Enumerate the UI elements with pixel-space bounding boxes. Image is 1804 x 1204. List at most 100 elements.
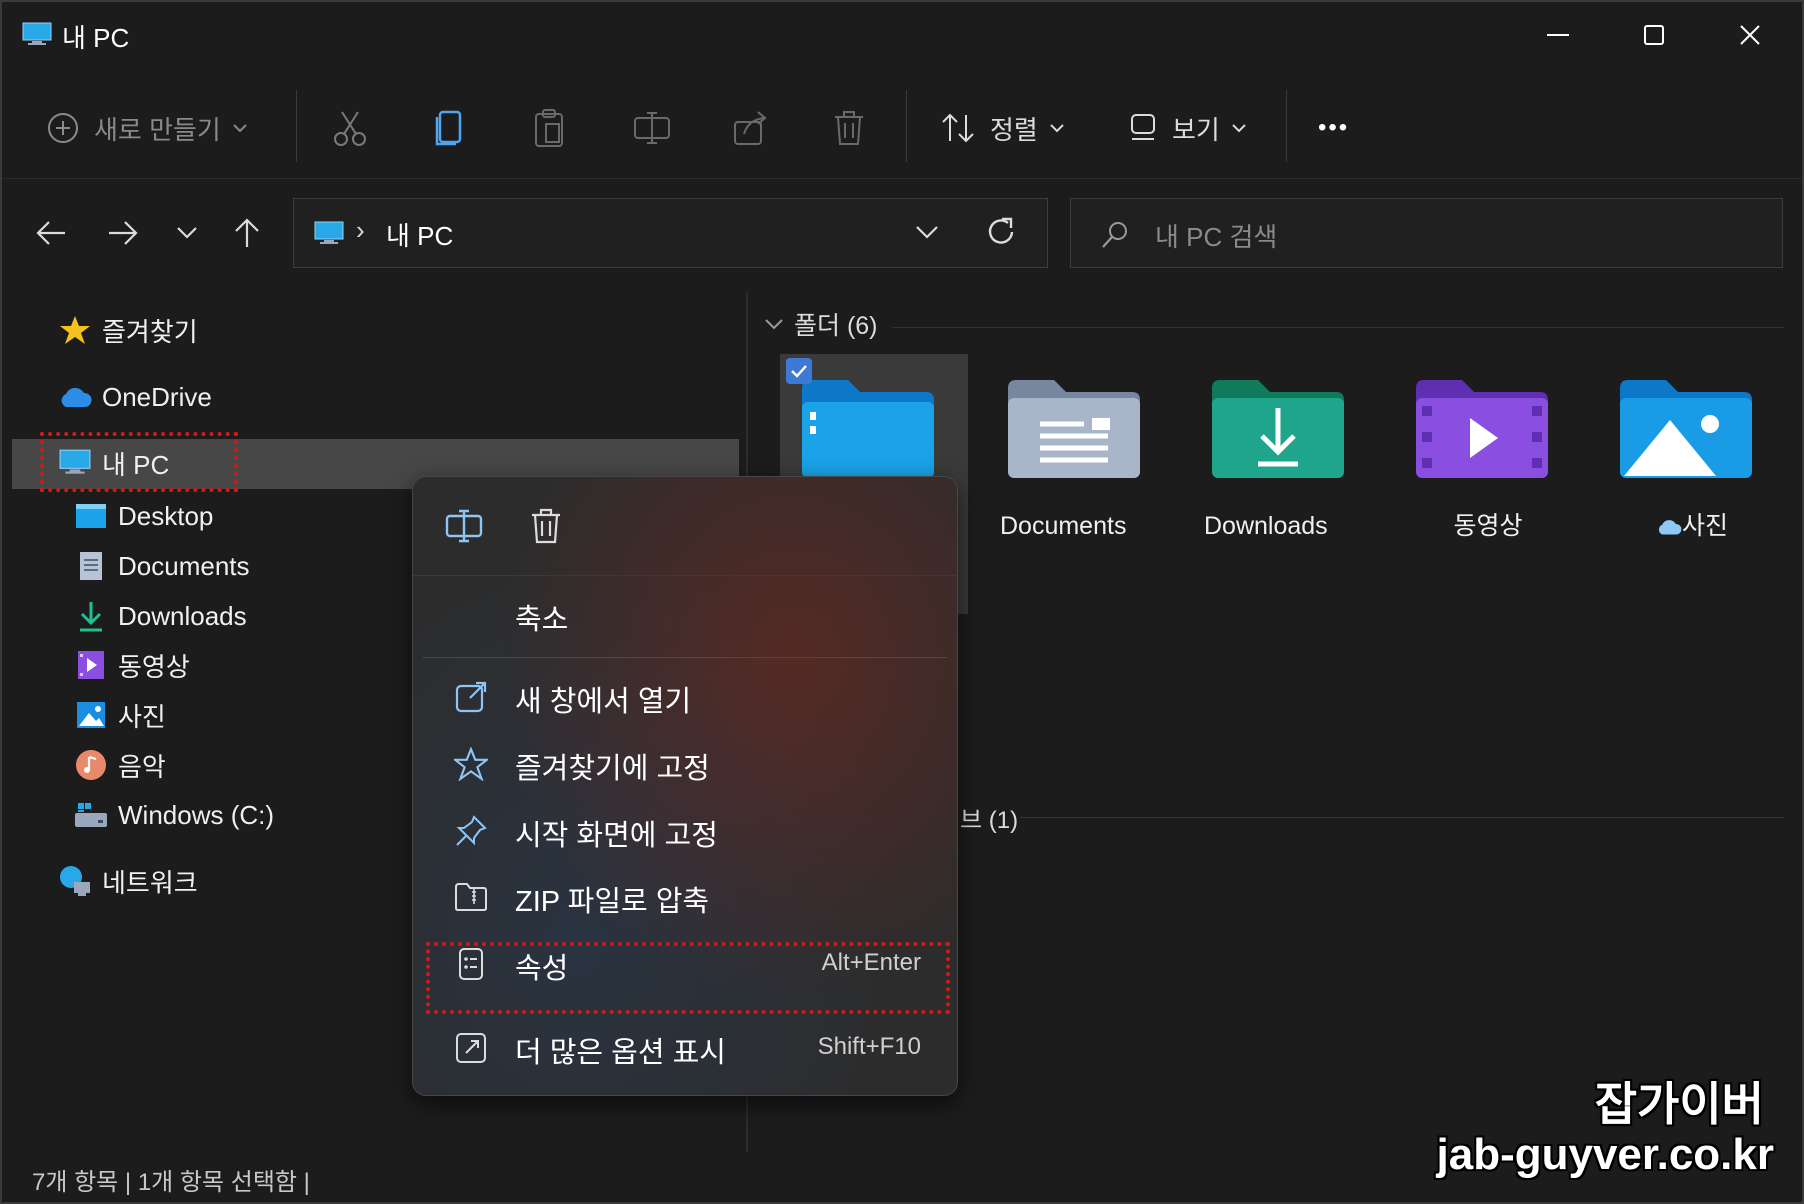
menu-item-pin-favorites[interactable]: 즐겨찾기에 고정 <box>423 734 947 792</box>
menu-item-pin-start[interactable]: 시작 화면에 고정 <box>423 801 947 859</box>
group-divider <box>892 327 1784 328</box>
cloud-icon <box>58 380 92 414</box>
close-button[interactable] <box>1702 2 1798 68</box>
paste-button[interactable] <box>532 102 566 154</box>
maximize-button[interactable] <box>1606 2 1702 68</box>
address-bar[interactable]: › 내 PC <box>293 198 1048 268</box>
sidebar-item-downloads[interactable]: Downloads <box>74 592 247 640</box>
explorer-window: 내 PC 새로 만들기 정렬 보기 ••• › 내 PC 내 PC 검색 즐겨찾… <box>0 0 1804 1204</box>
sidebar-item-label: 네트워크 <box>102 867 198 898</box>
cloud-icon <box>1658 520 1682 535</box>
rename-button[interactable] <box>439 501 489 551</box>
zip-folder-icon <box>453 879 489 915</box>
sidebar-item-label: Documents <box>118 550 250 581</box>
cut-button[interactable] <box>332 102 368 154</box>
breadcrumb-this-pc[interactable]: 내 PC <box>386 216 453 253</box>
music-icon <box>74 748 108 782</box>
menu-item-label: ZIP 파일로 압축 <box>515 886 710 918</box>
refresh-button[interactable] <box>984 215 1018 254</box>
menu-item-label: 축소 <box>515 604 569 636</box>
more-label: ••• <box>1318 114 1350 141</box>
sidebar-item-onedrive[interactable]: OneDrive <box>58 373 212 421</box>
window-title: 내 PC <box>62 23 130 53</box>
sidebar-item-desktop[interactable]: Desktop <box>74 492 213 540</box>
sidebar-item-label: 사진 <box>118 701 166 732</box>
folder-downloads[interactable]: Downloads <box>1190 354 1378 614</box>
drives-group-label[interactable]: 브 (1) <box>960 800 1018 835</box>
selection-checkbox[interactable] <box>786 358 812 384</box>
folder-label: Documents <box>1000 512 1127 540</box>
status-bar: 7개 항목 | 1개 항목 선택함 | <box>32 1169 310 1196</box>
download-icon <box>74 599 108 633</box>
back-button[interactable] <box>26 208 76 258</box>
delete-button[interactable] <box>832 102 866 154</box>
menu-item-collapse[interactable]: 축소 <box>423 585 947 643</box>
separator <box>1286 90 1287 162</box>
recent-locations-button[interactable] <box>162 208 212 258</box>
more-options-button[interactable]: ••• <box>1318 102 1349 154</box>
desktop-icon <box>74 499 108 533</box>
menu-item-open-new-window[interactable]: 새 창에서 열기 <box>423 667 947 725</box>
drive-icon <box>74 798 108 832</box>
breadcrumb-separator: › <box>356 215 365 245</box>
sort-icon <box>942 113 974 143</box>
menu-item-zip[interactable]: ZIP 파일로 압축 <box>423 867 947 925</box>
star-icon <box>58 313 92 347</box>
pictures-folder-icon <box>1620 380 1752 478</box>
arrow-right-icon <box>109 221 138 245</box>
sort-button[interactable]: 정렬 <box>940 102 1066 154</box>
documents-folder-icon <box>1008 380 1140 478</box>
context-menu-quick-actions <box>413 477 957 576</box>
search-icon <box>1102 222 1127 248</box>
sidebar-item-music[interactable]: 음악 <box>74 741 166 789</box>
desktop-folder-icon <box>802 380 934 478</box>
title-bar[interactable]: 내 PC <box>2 2 1802 68</box>
sidebar-item-network[interactable]: 네트워크 <box>58 857 198 905</box>
delete-button[interactable] <box>521 501 571 551</box>
sidebar-item-windows-drive[interactable]: Windows (C:) <box>74 791 274 839</box>
open-new-window-icon <box>453 679 489 715</box>
clipboard-icon <box>535 109 563 147</box>
new-button[interactable]: 새로 만들기 <box>46 102 249 154</box>
command-bar: 새로 만들기 정렬 보기 ••• <box>2 72 1802 179</box>
menu-item-label: 즐겨찾기에 고정 <box>515 753 710 785</box>
watermark-url: jab-guyver.co.kr <box>1436 1130 1774 1179</box>
copy-button[interactable] <box>432 102 466 154</box>
menu-item-label: 새 창에서 열기 <box>515 686 692 718</box>
menu-item-more-options[interactable]: 더 많은 옵션 표시 Shift+F10 <box>423 1018 947 1076</box>
sidebar-item-label: Desktop <box>118 500 214 531</box>
arrow-left-icon <box>36 221 65 245</box>
folder-documents[interactable]: Documents <box>986 354 1174 614</box>
video-icon <box>74 648 108 682</box>
folder-videos[interactable]: 동영상 <box>1394 354 1582 614</box>
menu-divider <box>423 657 947 658</box>
sort-label: 정렬 <box>990 114 1038 145</box>
sidebar-item-favorites[interactable]: 즐겨찾기 <box>58 306 198 354</box>
highlight-box-properties <box>426 942 950 1014</box>
share-button[interactable] <box>732 102 770 154</box>
menu-item-label: 시작 화면에 고정 <box>515 820 718 852</box>
maximize-icon <box>1644 25 1664 45</box>
this-pc-icon <box>314 221 344 244</box>
rename-icon <box>445 509 483 543</box>
share-icon <box>734 111 767 145</box>
sidebar-item-documents[interactable]: Documents <box>74 542 250 590</box>
folders-group-header[interactable]: 폴더 (6) <box>764 306 878 342</box>
group-divider <box>1020 817 1784 818</box>
search-input[interactable]: 내 PC 검색 <box>1155 217 1277 254</box>
view-button[interactable]: 보기 <box>1128 102 1248 154</box>
minimize-icon <box>1547 34 1569 36</box>
forward-button[interactable] <box>98 208 148 258</box>
sidebar-item-videos[interactable]: 동영상 <box>74 641 190 689</box>
sidebar-item-pictures[interactable]: 사진 <box>74 691 166 739</box>
sidebar-item-label: 즐겨찾기 <box>102 316 198 347</box>
search-box[interactable]: 내 PC 검색 <box>1070 198 1783 268</box>
address-dropdown-button[interactable] <box>914 217 940 252</box>
folder-label: 동영상 <box>1453 512 1523 540</box>
minimize-button[interactable] <box>1510 2 1606 68</box>
up-button[interactable] <box>222 208 272 258</box>
menu-item-label: 더 많은 옵션 표시 <box>515 1037 726 1069</box>
folder-label: 사진 <box>1598 509 1786 543</box>
folder-pictures[interactable]: 사진 <box>1598 354 1786 614</box>
rename-button[interactable] <box>632 102 672 154</box>
